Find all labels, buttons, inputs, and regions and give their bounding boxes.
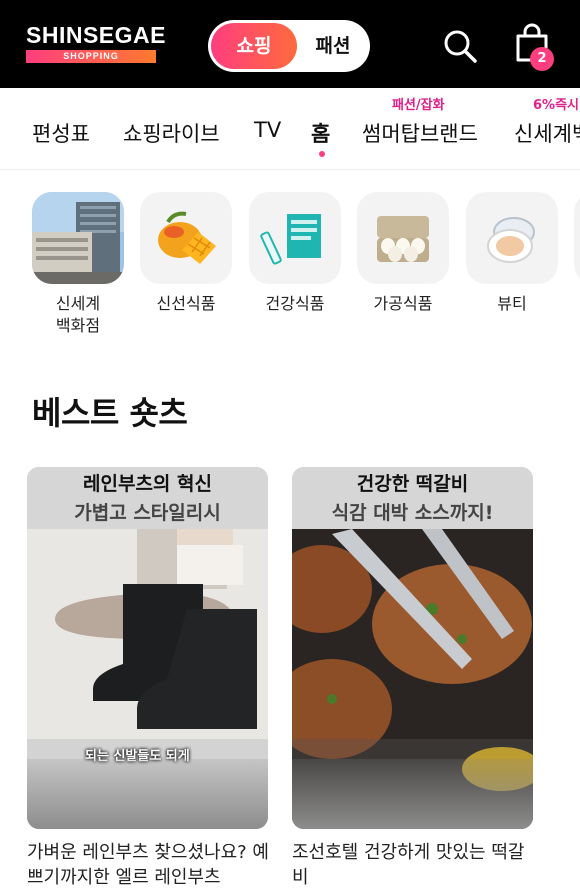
tab-tag-discount: 6%즉시 (533, 98, 579, 113)
category-beauty[interactable]: 뷰티 (466, 192, 558, 315)
category-label: 신선식품 (156, 294, 216, 313)
category-health-food[interactable]: 건강식품 (249, 192, 341, 315)
active-tab-indicator (319, 151, 325, 157)
thumbnail-gradient (27, 759, 268, 829)
app-header: SHINSEGAE SHOPPING 쇼핑 패션 2 (0, 0, 580, 88)
shorts-subheadline: 식감 대박 소스까지! (331, 502, 494, 524)
shorts-subheadline: 가볍고 스타일리시 (74, 502, 221, 524)
probiotics-box-icon (249, 192, 341, 284)
thumbnail-gradient (292, 759, 533, 829)
tab-tv[interactable]: TV (254, 118, 281, 142)
toggle-fashion[interactable]: 패션 (300, 23, 366, 69)
shorts-headline: 레인부츠의 혁신 (83, 473, 212, 495)
category-label: 가공식품 (373, 294, 433, 313)
tab-shopping-live[interactable]: 쇼핑라이브 (123, 118, 220, 148)
category-tab-bar: 편성표 쇼핑라이브 TV 홈 패션/잡화 썸머탑브랜드 6%즉시 신세계백 (0, 88, 580, 170)
category-image-partial (574, 192, 580, 284)
mango-icon (140, 192, 232, 284)
shorts-description[interactable]: 가벼운 레인부츠 찾으셨나요? 예쁘기까지한 엘르 레인부츠 (27, 840, 277, 890)
cushion-compact-icon (466, 192, 558, 284)
category-label: 건강식품 (265, 294, 325, 313)
category-label: 뷰티 (497, 294, 527, 313)
shorts-card-header: 건강한 떡갈비 식감 대박 소스까지! (292, 467, 533, 529)
category-label: 신세계 백화점 (55, 294, 101, 335)
shinsegae-shopping-logo[interactable]: SHINSEGAE SHOPPING (26, 22, 166, 63)
search-icon[interactable] (440, 26, 480, 66)
category-fresh-food[interactable]: 신선식품 (140, 192, 232, 315)
tab-tag-fashion: 패션/잡화 (392, 98, 445, 113)
shorts-card-rainboots[interactable]: 레인부츠의 혁신 가볍고 스타일리시 되는 신발들도 되게 (27, 467, 268, 829)
category-shortcut-row: 신세계 백화점 신선식품 건강식품 가공식품 뷰티 (0, 192, 580, 352)
tab-shinsegae-department[interactable]: 신세계백 (514, 118, 580, 148)
logo-wordmark: SHINSEGAE (26, 22, 166, 48)
category-shinsegae-department-store[interactable]: 신세계 백화점 (32, 192, 124, 337)
category-next-partial[interactable] (574, 192, 580, 284)
category-processed-food[interactable]: 가공식품 (357, 192, 449, 315)
shopping-fashion-toggle: 쇼핑 패션 (208, 20, 370, 72)
cart-count-badge: 2 (530, 47, 554, 71)
shorts-card-tteokgalbi[interactable]: 건강한 떡갈비 식감 대박 소스까지! (292, 467, 533, 829)
toggle-shopping[interactable]: 쇼핑 (211, 23, 297, 69)
egg-carton-icon (357, 192, 449, 284)
shorts-card-header: 레인부츠의 혁신 가볍고 스타일리시 (27, 467, 268, 529)
shorts-headline: 건강한 떡갈비 (356, 473, 469, 495)
tab-summer-top-brand[interactable]: 썸머탑브랜드 (362, 118, 478, 148)
section-title: 베스트 숏츠 (32, 394, 188, 432)
shorts-description[interactable]: 조선호텔 건강하게 맛있는 떡갈비 (292, 840, 537, 890)
logo-subtitle: SHOPPING (26, 50, 156, 63)
tab-home[interactable]: 홈 (311, 118, 330, 148)
department-store-photo (32, 192, 124, 284)
tab-schedule[interactable]: 편성표 (32, 118, 90, 148)
